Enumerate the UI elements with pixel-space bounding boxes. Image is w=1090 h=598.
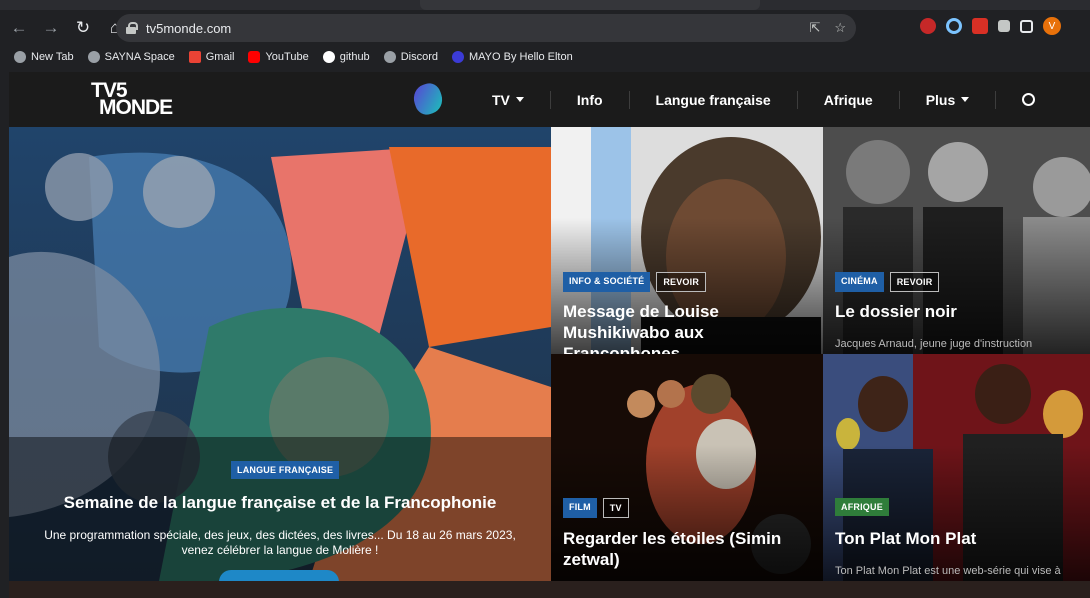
bookmark-star-icon[interactable]: ☆ (834, 20, 846, 36)
chevron-down-icon (961, 97, 970, 102)
reload-icon[interactable]: ↻ (70, 15, 96, 41)
tv5monde-plus-logo[interactable] (410, 80, 446, 118)
hero-title[interactable]: Semaine de la langue française et de la … (9, 493, 551, 513)
extensions-area: V (920, 17, 1061, 35)
hero-tags: LANGUE FRANÇAISE (231, 461, 340, 479)
bookmark-youtube[interactable]: YouTube (248, 51, 309, 63)
menu-afrique[interactable]: Afrique (796, 90, 899, 109)
globe-icon (383, 51, 396, 63)
back-icon[interactable]: ← (6, 15, 32, 41)
card-louise-mushikiwabo[interactable]: INFO & SOCIÉTÉ REVOIR Message de Louise … (551, 127, 823, 354)
hero-feature[interactable]: LANGUE FRANÇAISE Semaine de la langue fr… (9, 127, 551, 581)
bookmark-sayna[interactable]: SAYNA Space (87, 51, 175, 63)
globe-icon (14, 51, 26, 63)
menu-langue-francaise[interactable]: Langue française (628, 90, 797, 109)
extension-ring-icon[interactable] (946, 18, 962, 34)
site-navbar: TV5 MONDE TV Info Langue française Afriq… (9, 72, 1090, 127)
card-title[interactable]: Regarder les étoiles (Simin zetwal) (563, 528, 813, 570)
profile-avatar[interactable]: V (1043, 17, 1061, 35)
card-tags: CINÉMA REVOIR (835, 272, 940, 292)
main-menu: TV Info Langue française Afrique Plus (466, 72, 1061, 127)
card-tags: AFRIQUE (835, 498, 889, 516)
menu-plus[interactable]: Plus (898, 90, 996, 109)
card-le-dossier-noir[interactable]: CINÉMA REVOIR Le dossier noir Jacques Ar… (823, 127, 1090, 354)
card-regarder-les-etoiles[interactable]: FILM TV Regarder les étoiles (Simin zetw… (551, 354, 823, 581)
card-subtitle: Ton Plat Mon Plat est une web-série qui … (835, 565, 1061, 577)
hero-tag[interactable]: LANGUE FRANÇAISE (231, 461, 340, 479)
mayo-icon (451, 51, 464, 63)
sidebar-icon[interactable] (1020, 19, 1033, 33)
page-bottom-strip (9, 581, 1090, 598)
bookmark-github[interactable]: github (322, 51, 370, 63)
share-icon[interactable]: ⇱ (809, 20, 820, 36)
extensions-puzzle-icon[interactable] (998, 20, 1010, 32)
forward-icon[interactable]: → (38, 15, 64, 41)
bookmark-new-tab[interactable]: New Tab (14, 51, 74, 63)
address-bar[interactable]: tv5monde.com ⇱ ☆ (116, 14, 856, 42)
youtube-icon (248, 51, 261, 63)
card-tags: INFO & SOCIÉTÉ REVOIR (563, 272, 707, 292)
website: TV5 MONDE TV Info Langue française Afriq… (9, 72, 1090, 598)
card-title[interactable]: Le dossier noir (835, 301, 1080, 322)
github-icon (322, 51, 335, 63)
gmail-icon (188, 51, 201, 63)
hero-cta-button[interactable] (219, 570, 339, 581)
globe-icon (87, 51, 100, 63)
card-ton-plat-mon-plat[interactable]: AFRIQUE Ton Plat Mon Plat Ton Plat Mon P… (823, 354, 1090, 581)
bookmark-gmail[interactable]: Gmail (188, 51, 234, 63)
card-title[interactable]: Message de Louise Mushikiwabo aux Franco… (563, 301, 818, 354)
hero-description: Une programmation spéciale, des jeux, de… (44, 528, 516, 557)
card-subtitle: Jacques Arnaud, jeune juge d'instruction (835, 338, 1033, 350)
menu-tv[interactable]: TV (466, 91, 550, 109)
tv5monde-logo[interactable]: TV5 MONDE (91, 80, 173, 118)
active-tab[interactable] (420, 0, 760, 10)
extension-abp-icon[interactable] (920, 18, 936, 34)
language-globe-icon[interactable] (995, 90, 1061, 109)
menu-info[interactable]: Info (549, 90, 629, 109)
bookmark-mayo[interactable]: MAYO By Hello Elton (451, 51, 573, 63)
lock-icon (126, 22, 138, 34)
bookmark-discord[interactable]: Discord (383, 51, 438, 63)
extension-red-icon[interactable] (972, 18, 988, 34)
browser-chrome: ← → ↻ ⌂ tv5monde.com ⇱ ☆ V New Tab SAYNA… (0, 0, 1090, 72)
tab-strip (0, 0, 1090, 10)
chevron-down-icon (515, 97, 524, 102)
bookmarks-bar: New Tab SAYNA Space Gmail YouTube github… (0, 46, 1090, 68)
card-tags: FILM TV (563, 498, 629, 518)
card-title[interactable]: Ton Plat Mon Plat (835, 528, 1080, 549)
url-text[interactable]: tv5monde.com (146, 21, 231, 36)
